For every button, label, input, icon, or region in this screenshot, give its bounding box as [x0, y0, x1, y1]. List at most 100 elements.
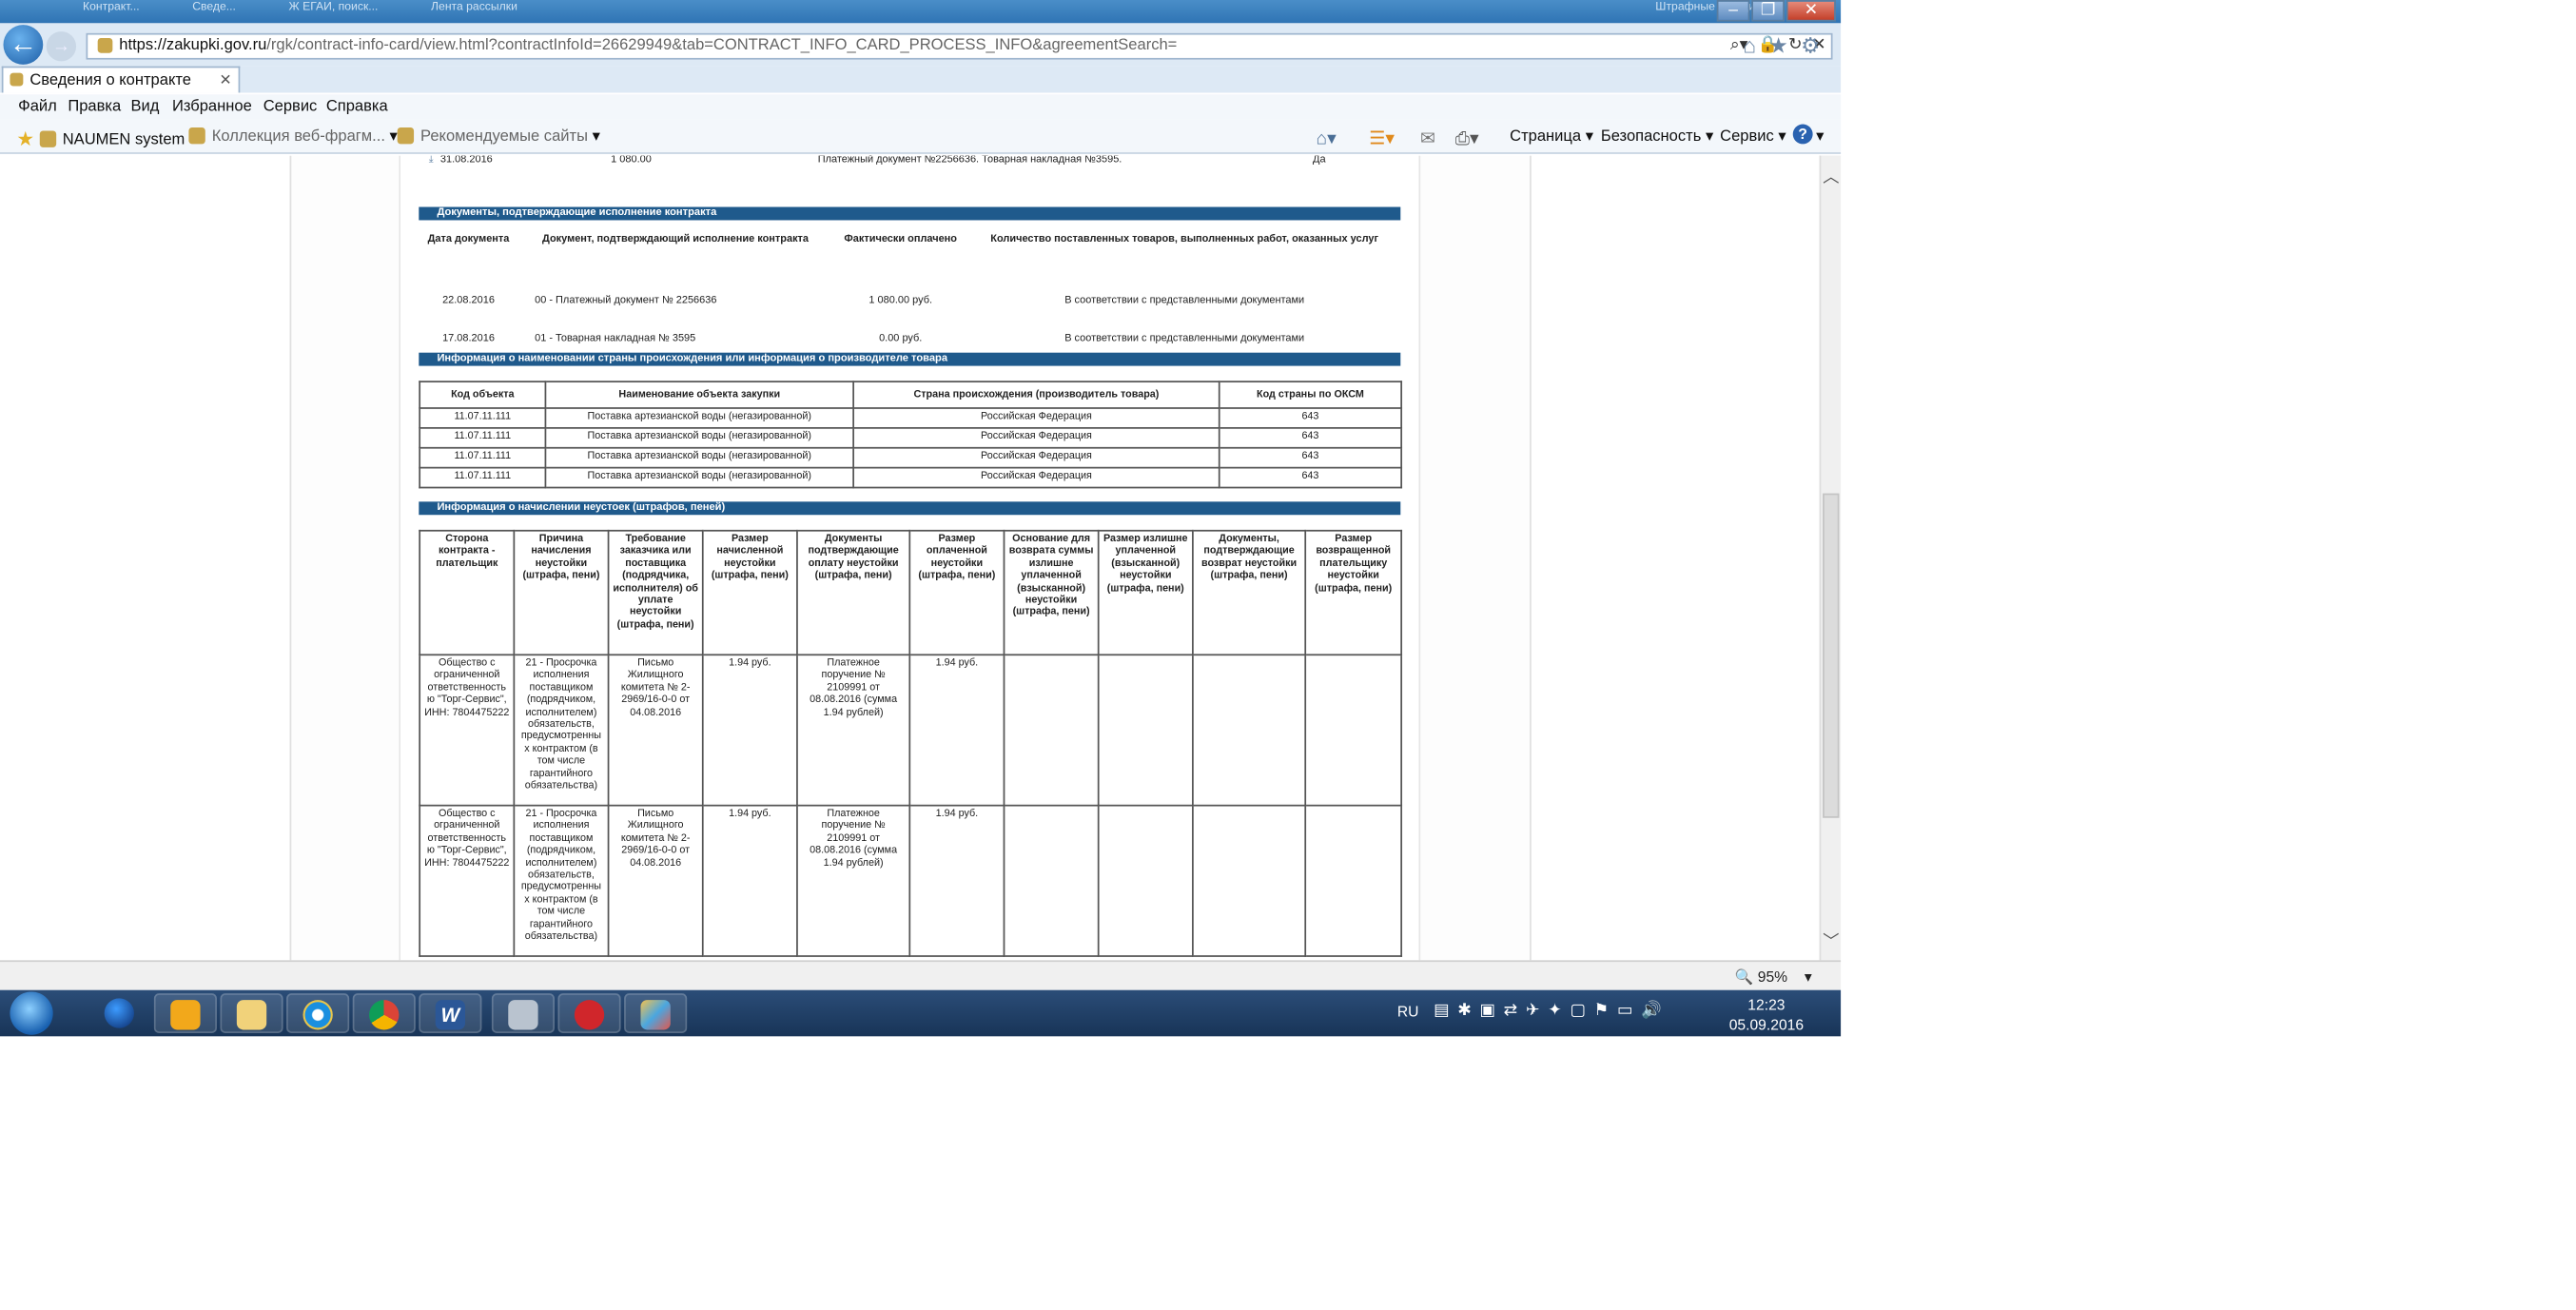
chevron-down-icon[interactable]: ▾ [1816, 127, 1824, 146]
section-origin-title: Информация о наименовании страны происхо… [419, 352, 1401, 366]
rss-icon[interactable]: ☰▾ [1369, 127, 1395, 149]
cell-oksm: 643 [1218, 466, 1403, 489]
menu-file[interactable]: Файл [18, 98, 57, 116]
table-header-row: Дата документа Документ, подтверждающий … [419, 233, 1400, 269]
page-menu[interactable]: Страница ▾ [1510, 127, 1593, 146]
maximize-button[interactable]: ❐ [1751, 0, 1786, 22]
tray-icons[interactable]: ▤✱▣⇄✈✦▢⚑▭🔊 [1434, 1002, 1669, 1020]
internet-explorer-icon[interactable] [286, 993, 350, 1033]
origin-table: Код объекта Наименование объекта закупки… [419, 381, 1403, 489]
column-header: Размер начисленной неустойки (штрафа, пе… [701, 529, 798, 656]
minimize-button[interactable]: – [1716, 0, 1750, 22]
cell-oksm: 643 [1218, 407, 1403, 429]
system-clock[interactable]: 12:23 05.09.2016 [1725, 995, 1807, 1035]
ghost-tab[interactable]: Контракт... [83, 2, 140, 13]
chrome-icon[interactable] [352, 993, 416, 1033]
status-bar: 🔍 95% ▾ [0, 960, 1842, 990]
navigation-bar: ← → https://zakupki.gov.ru/rgk/contract-… [0, 23, 1842, 67]
cell-payment-docs: Платежное поручение № 2109991 от 08.08.2… [796, 654, 911, 807]
menu-help[interactable]: Справка [326, 98, 388, 116]
favorites-star-icon[interactable]: ★ [1768, 33, 1787, 58]
cell-document: 00 - Платежный документ № 2256636 [535, 295, 717, 307]
tab-contract-info[interactable]: Сведения о контракте ✕ [1, 66, 241, 93]
favorite-suggested[interactable]: Рекомендуемые сайты [420, 127, 588, 146]
word-icon[interactable]: W [419, 993, 482, 1033]
recorder-icon[interactable] [557, 993, 621, 1033]
scrollbar-thumb[interactable] [1823, 493, 1840, 818]
home-icon[interactable]: ⌂▾ [1317, 127, 1337, 149]
home-icon[interactable]: ⌂ [1744, 33, 1757, 58]
column-header: Размер возвращенной плательщику неустойк… [1304, 529, 1403, 656]
page-menu-label: Страница [1510, 127, 1582, 147]
menu-view[interactable]: Вид [130, 98, 159, 116]
ghost-tab[interactable]: Сведе... [192, 2, 236, 13]
cell-reason: 21 - Просрочка исполнения поставщиком (п… [513, 804, 610, 957]
cell-overpaid [1097, 804, 1194, 957]
app-character-icon[interactable] [491, 993, 556, 1033]
cell-date: 17.08.2016 [442, 333, 495, 345]
column-header: Причина начисления неустойки (штрафа, пе… [513, 529, 610, 656]
help-icon[interactable]: ? [1792, 124, 1813, 145]
gear-icon[interactable]: ⚙ [1801, 33, 1820, 58]
vertical-scrollbar[interactable]: ︿ ﹀ [1819, 155, 1842, 961]
tools-menu-label: Сервис [1720, 127, 1774, 147]
outlook-icon[interactable] [153, 993, 217, 1033]
cell-reason: 21 - Просрочка исполнения поставщиком (п… [513, 654, 610, 807]
column-header: Размер излишне уплаченной (взысканной) н… [1097, 529, 1194, 656]
favorites-star-icon[interactable]: ★ [16, 127, 34, 150]
chevron-down-icon[interactable]: ▾ [593, 127, 600, 146]
menu-bar: Файл Правка Вид Избранное Сервис Справка [0, 94, 1842, 120]
chevron-down-icon[interactable]: ▾ [1805, 968, 1812, 987]
scroll-up-icon[interactable]: ︿ [1823, 163, 1839, 187]
favorite-gallery[interactable]: Коллекция веб-фрагм... [212, 127, 385, 146]
menu-favorites[interactable]: Избранное [172, 98, 252, 116]
cell-payment-docs: Платежное поручение № 2109991 от 08.08.2… [796, 804, 911, 957]
cell-paid: 1.94 руб. [908, 654, 1005, 807]
background-tabs: Контракт... Сведе... Ж ЕГАИ, поиск... Ле… [83, 2, 1762, 13]
chevron-down-icon[interactable]: ▾ [390, 127, 398, 146]
favorite-naumen[interactable]: NAUMEN system [63, 130, 185, 148]
back-arrow-icon[interactable]: ← [3, 25, 44, 65]
explorer-folder-icon[interactable] [220, 993, 283, 1033]
media-player-icon[interactable] [88, 993, 150, 1033]
execution-table: Дата документа Документ, подтверждающий … [419, 233, 1400, 345]
security-menu[interactable]: Безопасность ▾ [1601, 127, 1713, 146]
tools-menu[interactable]: Сервис ▾ [1720, 127, 1786, 146]
column-header: Код объекта [419, 381, 547, 409]
cell-name: Поставка артезианской воды (негазированн… [544, 407, 854, 429]
cell-country: Российская Федерация [852, 407, 1220, 429]
paint-icon[interactable] [624, 993, 688, 1033]
close-window-button[interactable]: ✕ [1786, 0, 1836, 22]
start-button-icon[interactable] [10, 991, 53, 1035]
ghost-tab[interactable]: Лента рассылки [431, 2, 517, 13]
prev-row-date: 31.08.2016 [439, 155, 493, 166]
print-icon[interactable]: ⎙▾ [1455, 127, 1479, 150]
mail-icon[interactable]: ✉ [1420, 127, 1435, 149]
clock-date: 05.09.2016 [1728, 1016, 1805, 1033]
tab-close-icon[interactable]: ✕ [220, 68, 232, 92]
table-row: 11.07.11.111 Поставка артезианской воды … [419, 446, 1403, 469]
cell-demand: Письмо Жилищного комитета № 2-2969/16-0-… [607, 654, 704, 807]
ghost-tab[interactable]: Ж ЕГАИ, поиск... [288, 2, 378, 13]
address-bar[interactable]: https://zakupki.gov.ru/rgk/contract-info… [86, 32, 1833, 60]
language-indicator[interactable]: RU [1397, 1004, 1419, 1020]
tab-title: Сведения о контракте [29, 70, 191, 89]
column-header: Документы, подтверждающие возврат неусто… [1192, 529, 1307, 656]
zoom-control[interactable]: 🔍 95% [1735, 968, 1787, 987]
table-row: 11.07.11.111 Поставка артезианской воды … [419, 426, 1403, 449]
menu-tools[interactable]: Сервис [263, 98, 318, 116]
table-row: Общество с ограниченной ответственность … [419, 654, 1403, 807]
attachment-icon[interactable]: ⤓ [429, 156, 434, 167]
cell-quantity: В соответствии с представленными докумен… [1064, 295, 1305, 307]
scroll-down-icon[interactable]: ﹀ [1823, 928, 1839, 952]
cell-code: 11.07.11.111 [419, 446, 547, 469]
cell-refund-docs [1192, 804, 1307, 957]
document-page: ⤓ 31.08.2016 1 080.00 Платежный документ… [400, 155, 1419, 961]
table-row: 22.08.2016 00 - Платежный документ № 225… [419, 270, 1400, 308]
forward-arrow-icon[interactable]: → [46, 31, 77, 62]
cell-refunded [1304, 654, 1403, 807]
browser-window: Контракт... Сведе... Ж ЕГАИ, поиск... Ле… [0, 0, 1842, 1037]
page-margin-right [1418, 155, 1532, 961]
menu-edit[interactable]: Правка [68, 98, 121, 116]
column-header: Основание для возврата суммы излишне упл… [1003, 529, 1100, 656]
